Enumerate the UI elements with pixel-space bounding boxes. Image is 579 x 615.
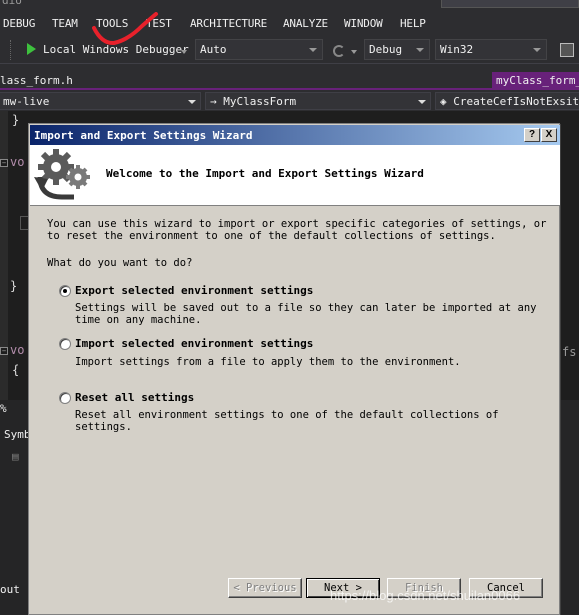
member-name: CreateCefIsNotExsit() (453, 95, 579, 108)
code-brace-close-2: } (10, 279, 18, 293)
menu-debug[interactable]: DEBUG (3, 17, 35, 30)
chevron-down-icon (309, 48, 317, 52)
chevron-down-icon (188, 100, 196, 104)
run-target-label[interactable]: Local Windows Debugger (43, 43, 189, 56)
quick-launch-search[interactable] (441, 0, 579, 8)
class-dropdown[interactable]: → MyClassForm (205, 92, 431, 110)
menu-architecture[interactable]: ARCHITECTURE (190, 17, 267, 30)
ide-title-text: dio (2, 0, 22, 7)
wizard-banner: Welcome to the Import and Export Setting… (30, 145, 560, 206)
platform-target-select[interactable]: Auto (195, 39, 323, 60)
dialog-title-bar[interactable]: Import and Export Settings Wizard ? X (30, 125, 560, 145)
tab-class-form-h[interactable]: lass_form.h (0, 72, 77, 90)
menu-test[interactable]: TEST (146, 17, 172, 30)
fold-toggle-icon[interactable]: − (0, 159, 8, 167)
configuration-select[interactable]: Debug (364, 39, 430, 60)
editor-gutter (0, 111, 8, 400)
radio-import-settings[interactable] (59, 338, 71, 350)
toolbar-extra-icon[interactable] (560, 43, 574, 57)
code-brace-open: { (12, 363, 20, 377)
navigation-bar: mw-live → MyClassForm ◈ CreateCefIsNotEx… (0, 91, 579, 111)
option-import-desc-1: Import settings from a file to apply the… (75, 356, 461, 368)
refresh-icon[interactable] (333, 45, 345, 57)
menu-team[interactable]: TEAM (52, 17, 78, 30)
dialog-title: Import and Export Settings Wizard (34, 129, 253, 142)
code-fragment-right: fs (562, 345, 577, 359)
option-export-desc-2: time on any machine. (75, 314, 202, 326)
radio-reset-settings[interactable] (59, 392, 71, 404)
radio-selected-dot (63, 289, 67, 293)
option-reset-desc-2: settings. (75, 421, 132, 433)
menu-window[interactable]: WINDOW (344, 17, 383, 30)
banner-title: Welcome to the Import and Export Setting… (106, 167, 424, 180)
intro-line-1: You can use this wizard to import or exp… (47, 218, 547, 230)
code-keyword-1: vo (10, 155, 25, 169)
code-keyword-2: vo (10, 343, 25, 357)
radio-export-settings[interactable] (59, 285, 71, 297)
settings-wizard-icon (34, 149, 90, 200)
intro-line-2: to reset the environment to one of the d… (47, 230, 496, 242)
refresh-dropdown-icon[interactable] (351, 50, 357, 54)
option-export-title[interactable]: Export selected environment settings (75, 284, 313, 297)
help-button[interactable]: ? (524, 128, 540, 142)
close-button[interactable]: X (541, 128, 557, 142)
configuration-value: Debug (369, 43, 403, 56)
zoom-level[interactable]: % (0, 402, 7, 415)
chevron-down-icon (533, 48, 541, 52)
class-name: MyClassForm (223, 95, 297, 108)
tab-output[interactable]: out (0, 583, 20, 596)
code-brace-close: } (12, 113, 20, 127)
menu-analyze[interactable]: ANALYZE (283, 17, 328, 30)
menu-help[interactable]: HELP (400, 17, 426, 30)
class-value: → MyClassForm (210, 95, 297, 108)
import-export-settings-dialog: Import and Export Settings Wizard ? X We… (28, 123, 560, 615)
project-value: mw-live (3, 95, 50, 108)
run-target-dropdown-icon[interactable] (181, 50, 187, 54)
panel-toolbar-icon[interactable]: ▤ (12, 450, 19, 463)
tab-myclass-form-u[interactable]: myClass_form_u (492, 72, 579, 90)
toolbar-grip (10, 40, 14, 60)
question-label: What do you want to do? (47, 257, 193, 269)
menu-bar: DEBUG TEAM TOOLS TEST ARCHITECTURE ANALY… (0, 12, 579, 34)
platform-target-value: Auto (200, 43, 227, 56)
option-reset-desc-1: Reset all environment settings to one of… (75, 409, 499, 421)
option-export-desc-1: Settings will be saved out to a file so … (75, 302, 537, 314)
previous-button[interactable]: < Previous (228, 578, 302, 598)
platform-value: Win32 (440, 43, 474, 56)
tab-symbols[interactable]: Symb (4, 428, 31, 441)
member-dropdown[interactable]: ◈ CreateCefIsNotExsit() (435, 92, 579, 110)
menu-tools[interactable]: TOOLS (96, 17, 128, 30)
chevron-down-icon (416, 48, 424, 52)
watermark: https://blog.csdn.net/shuilan0066 (330, 588, 521, 603)
document-tabs: lass_form.h myClass_form_u (0, 70, 579, 90)
ide-title-bar: dio (0, 0, 579, 10)
fold-toggle-icon[interactable]: − (0, 347, 8, 355)
project-dropdown[interactable]: mw-live (0, 92, 201, 110)
standard-toolbar: Local Windows Debugger Auto Debug Win32 (0, 36, 579, 64)
option-import-title[interactable]: Import selected environment settings (75, 337, 313, 350)
member-value: ◈ CreateCefIsNotExsit() (440, 95, 579, 108)
option-reset-title[interactable]: Reset all settings (75, 391, 194, 404)
platform-select[interactable]: Win32 (435, 39, 547, 60)
chevron-down-icon (418, 100, 426, 104)
start-debugging-icon[interactable] (27, 43, 36, 55)
